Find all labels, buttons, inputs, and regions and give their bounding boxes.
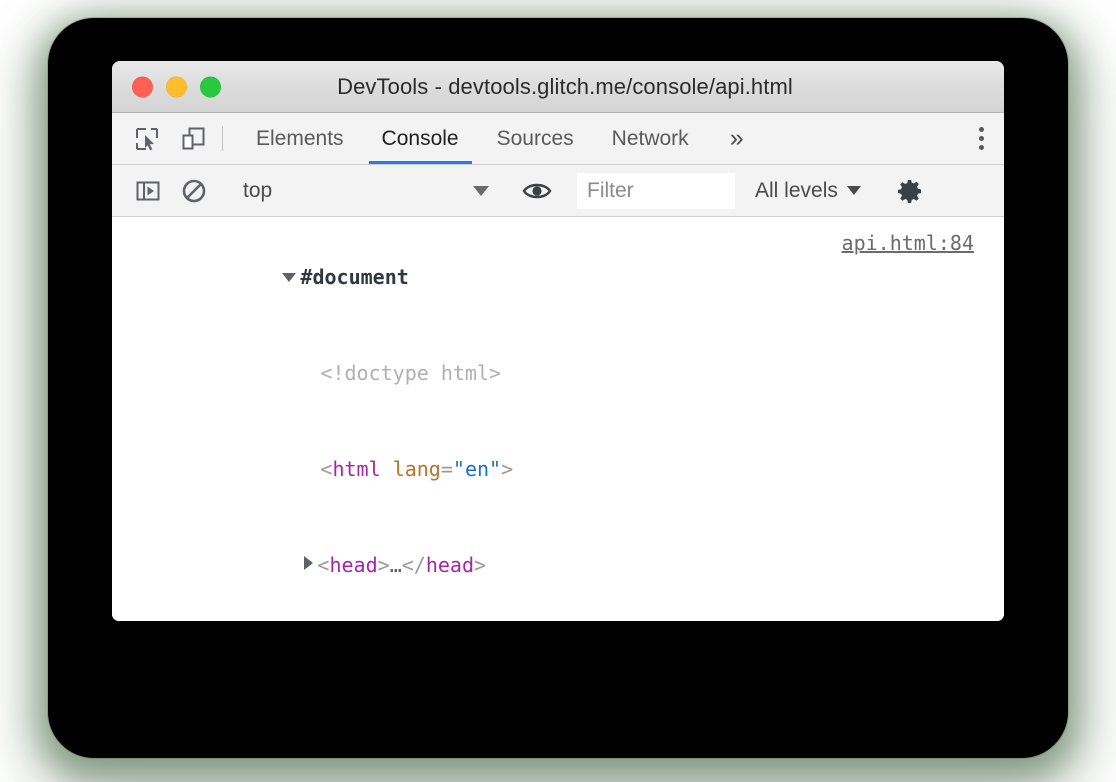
- document-label: #document: [300, 265, 409, 289]
- tree-row-head[interactable]: <head>…</head>: [162, 517, 1004, 613]
- panel-tabs: Elements Console Sources Network »: [237, 113, 766, 164]
- head-ellipsis: …: [389, 553, 402, 577]
- tab-network[interactable]: Network: [593, 113, 708, 164]
- execution-context-select[interactable]: top: [225, 179, 503, 203]
- tabbar-right-group: [957, 113, 1004, 164]
- head-open-tag: head: [329, 553, 378, 577]
- expand-triangle-closed-icon[interactable]: [304, 556, 314, 570]
- tree-row-body[interactable]: <body>…</body>: [162, 613, 1004, 621]
- source-link[interactable]: api.html:84: [842, 231, 974, 255]
- live-expression-eye-icon[interactable]: [504, 179, 570, 203]
- html-open-tag: html: [332, 457, 381, 481]
- tabbar-divider: [222, 126, 223, 151]
- tab-overflow-chevron-icon[interactable]: »: [708, 113, 766, 164]
- close-button[interactable]: [132, 76, 153, 97]
- html-open-space: [381, 457, 393, 481]
- expand-triangle-open-icon[interactable]: [282, 273, 297, 282]
- minimize-button[interactable]: [166, 76, 187, 97]
- head-open-gt: >: [377, 553, 390, 577]
- log-levels-label: All levels: [755, 178, 838, 202]
- tabbar-tool-icons: [112, 113, 222, 164]
- console-body: api.html:84 #document <!doctype html> <h…: [112, 217, 1004, 621]
- head-close-gt: >: [474, 553, 487, 577]
- window-title: DevTools - devtools.glitch.me/console/ap…: [337, 73, 793, 99]
- zoom-button[interactable]: [200, 76, 221, 97]
- html-lang-attr: lang: [392, 457, 441, 481]
- tab-sources[interactable]: Sources: [478, 113, 593, 164]
- filter-placeholder: Filter: [587, 178, 634, 202]
- head-open-lt: <: [317, 553, 330, 577]
- filter-input[interactable]: Filter: [577, 172, 735, 209]
- execution-context-label: top: [243, 178, 273, 202]
- tab-elements[interactable]: Elements: [237, 113, 363, 164]
- html-open-lt: <: [320, 457, 333, 481]
- head-close-lt: </: [401, 553, 426, 577]
- devtools-window: DevTools - devtools.glitch.me/console/ap…: [112, 61, 1004, 621]
- inspect-element-icon[interactable]: [132, 124, 162, 154]
- panel-tabbar: Elements Console Sources Network »: [112, 113, 1004, 165]
- more-vertical-icon[interactable]: [958, 113, 1004, 165]
- doctype-text: <!doctype html>: [320, 361, 502, 385]
- console-toolbar: top Filter All levels: [112, 165, 1004, 217]
- gear-icon[interactable]: [880, 177, 946, 205]
- html-open-gt: >: [501, 457, 514, 481]
- chevron-down-icon: [846, 186, 861, 195]
- console-toolbar-left-icons: [112, 177, 224, 205]
- html-lang-eq: =: [440, 457, 453, 481]
- html-lang-value: "en": [452, 457, 502, 481]
- console-log-entry: api.html:84 #document <!doctype html> <h…: [112, 217, 1004, 621]
- head-close-tag: head: [425, 553, 474, 577]
- dom-tree: #document <!doctype html> <html lang="en…: [112, 229, 1004, 621]
- console-sidebar-icon[interactable]: [134, 177, 162, 205]
- traffic-lights: [132, 76, 221, 97]
- tab-console[interactable]: Console: [363, 113, 478, 164]
- clear-console-icon[interactable]: [180, 177, 208, 205]
- titlebar: DevTools - devtools.glitch.me/console/ap…: [112, 61, 1004, 113]
- log-levels-select[interactable]: All levels: [735, 179, 879, 203]
- tree-row-html-open[interactable]: <html lang="en">: [162, 421, 1004, 517]
- chevron-down-icon: [473, 185, 489, 196]
- device-toolbar-icon[interactable]: [178, 124, 208, 154]
- tree-row-doctype: <!doctype html>: [162, 325, 1004, 421]
